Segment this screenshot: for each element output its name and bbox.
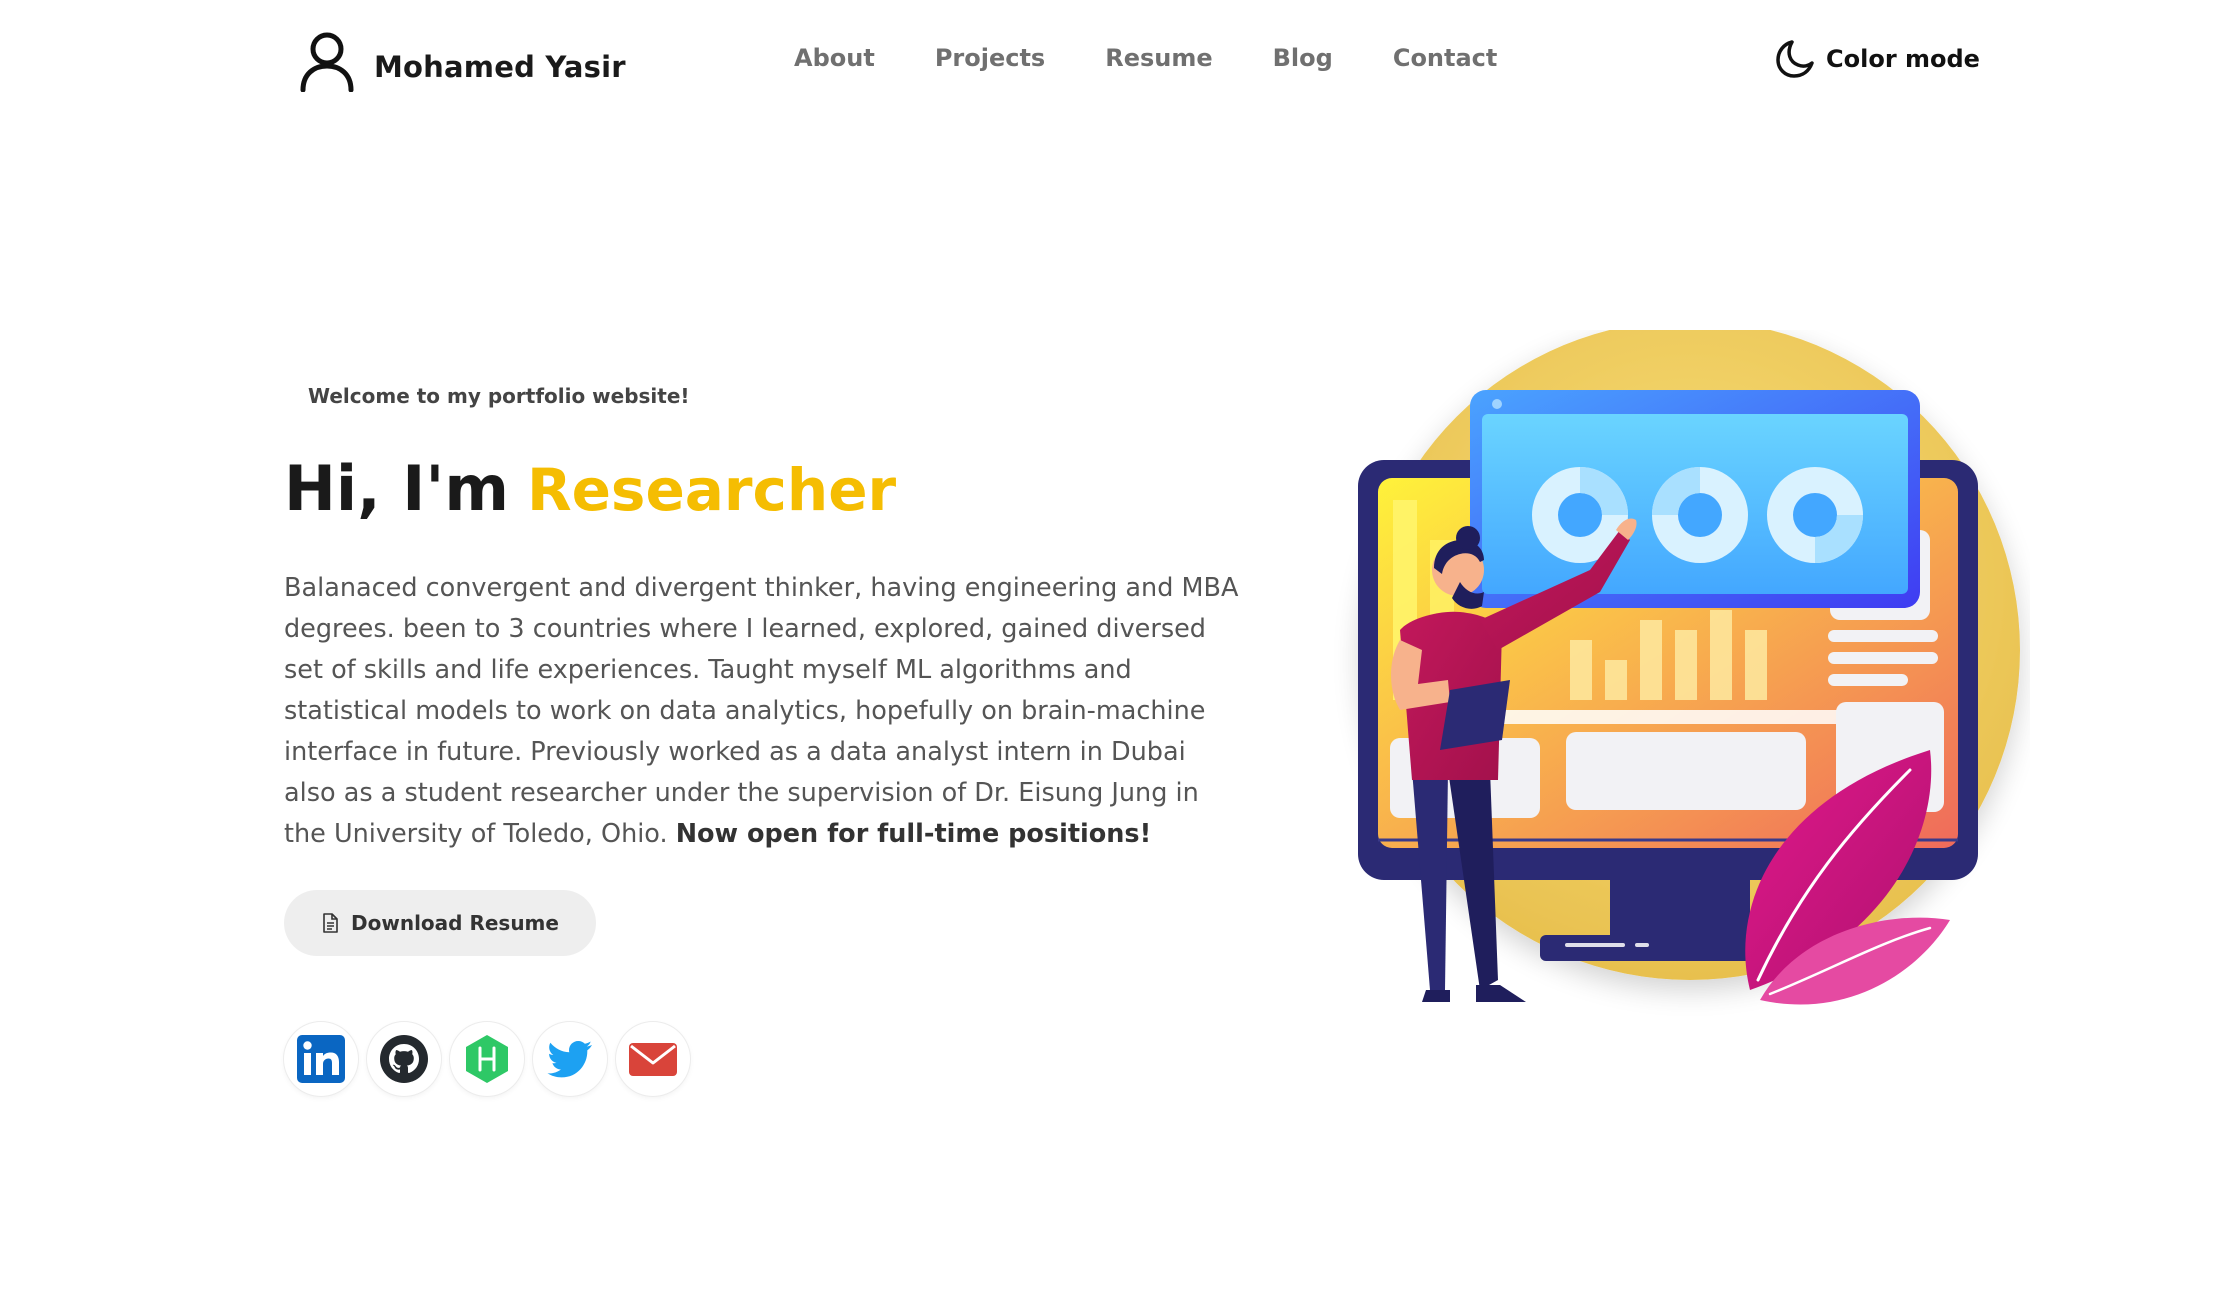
download-resume-button[interactable]: Download Resume <box>284 890 596 956</box>
hero-title: Hi, I'm Researcher <box>284 452 896 525</box>
welcome-text: Welcome to my portfolio website! <box>308 384 690 408</box>
moon-icon <box>1776 40 1814 78</box>
twitter-link[interactable] <box>533 1022 607 1096</box>
brand-link[interactable]: Mohamed Yasir <box>298 30 626 92</box>
email-link[interactable] <box>616 1022 690 1096</box>
nav-link-blog[interactable]: Blog <box>1273 44 1333 72</box>
bio-paragraph: Balanaced convergent and divergent think… <box>284 568 1244 855</box>
nav-link-projects[interactable]: Projects <box>935 44 1045 72</box>
color-mode-label: Color mode <box>1826 45 1980 73</box>
hackerrank-icon <box>466 1035 508 1083</box>
document-icon <box>323 913 338 933</box>
hero-illustration <box>1358 330 2020 1005</box>
navbar: Mohamed Yasir About Projects Resume Blog… <box>0 0 2226 130</box>
linkedin-icon <box>297 1035 345 1083</box>
nav-link-contact[interactable]: Contact <box>1393 44 1498 72</box>
social-links <box>284 1022 699 1096</box>
color-mode-toggle[interactable]: Color mode <box>1774 38 1980 80</box>
hero-role: Researcher <box>526 456 897 524</box>
github-link[interactable] <box>367 1022 441 1096</box>
twitter-icon <box>547 1041 592 1078</box>
nav-link-resume[interactable]: Resume <box>1105 44 1212 72</box>
email-icon <box>629 1043 677 1076</box>
bio-highlight: Now open for full-time positions! <box>675 819 1152 849</box>
download-resume-label: Download Resume <box>351 911 559 935</box>
hackerrank-link[interactable] <box>450 1022 524 1096</box>
github-icon <box>380 1035 428 1083</box>
linkedin-link[interactable] <box>284 1022 358 1096</box>
nav-link-about[interactable]: About <box>794 44 875 72</box>
hero-greeting: Hi, I'm <box>284 452 509 525</box>
nav-links: About Projects Resume Blog Contact <box>794 44 1497 72</box>
user-icon <box>300 32 354 92</box>
brand-name: Mohamed Yasir <box>374 50 626 84</box>
bio-text: Balanaced convergent and divergent think… <box>284 573 1239 849</box>
